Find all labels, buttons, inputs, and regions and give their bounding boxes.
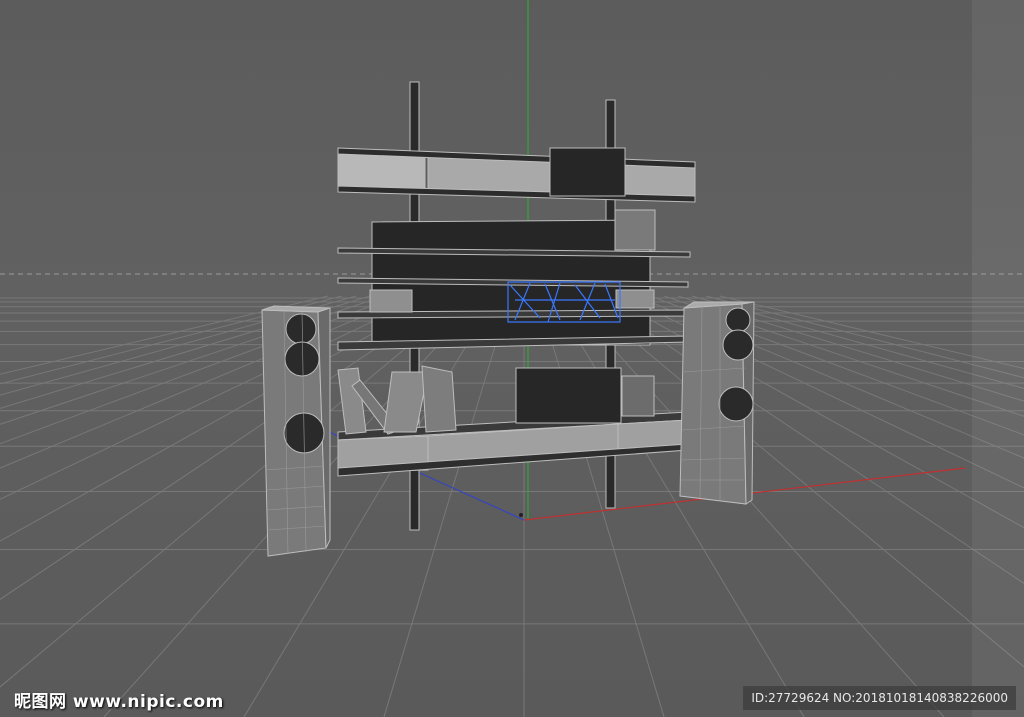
speaker-right-tweeter-icon — [725, 307, 751, 333]
drawer-box-left[interactable] — [369, 289, 413, 313]
book-left-4[interactable] — [421, 365, 457, 433]
speaker-left-tweeter-icon — [285, 313, 317, 345]
leaning-books-top[interactable] — [614, 209, 656, 251]
3d-viewport[interactable]: 昵图网 www.nipic.com ID:27729624 NO:2018101… — [0, 0, 1024, 717]
lower-shelf-books-stack[interactable] — [515, 367, 622, 424]
watermark-site: 昵图网 www.nipic.com — [14, 692, 224, 712]
drawer-box-right[interactable] — [615, 289, 655, 309]
speaker-right[interactable] — [679, 301, 755, 505]
speaker-left[interactable] — [261, 305, 331, 557]
top-shelf-books[interactable] — [549, 147, 626, 197]
speaker-right-woofer-icon — [718, 386, 754, 422]
book-right-stack[interactable] — [621, 375, 655, 417]
viewport-side-panel — [972, 0, 1024, 717]
world-origin — [519, 513, 523, 517]
viewport-canvas[interactable] — [0, 0, 1024, 717]
speaker-left-mid-driver-icon — [284, 341, 320, 377]
viewport-background — [0, 0, 1024, 717]
watermark-id: ID:27729624 NO:20181018140838226000 — [743, 686, 1016, 710]
speaker-right-mid-driver-icon — [722, 329, 754, 361]
